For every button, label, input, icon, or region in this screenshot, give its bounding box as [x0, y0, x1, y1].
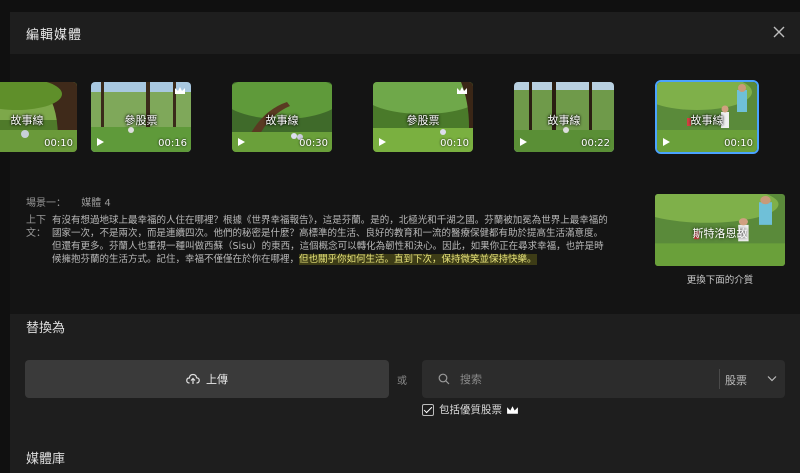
- premium-crown-icon: [507, 405, 518, 414]
- include-premium-label: 包括優質股票: [439, 404, 502, 416]
- search-divider: [719, 369, 720, 389]
- chevron-down-icon[interactable]: [767, 375, 777, 382]
- play-icon: [520, 138, 527, 146]
- modal-title: 編輯媒體: [26, 28, 83, 43]
- thumbnail-duration: 00:10: [724, 138, 753, 149]
- media-library-heading: 媒體庫: [26, 452, 66, 467]
- edit-media-modal: 編輯媒體 故事線 00:10 參股票 00:16 故事線 00:30 參股票 0…: [0, 12, 800, 473]
- play-icon: [238, 138, 245, 146]
- close-icon[interactable]: [773, 26, 785, 38]
- media-thumbnail-1[interactable]: 故事線 00:10: [0, 82, 77, 152]
- preview-label: 斯特洛恩故: [692, 227, 748, 240]
- context-text: 有沒有想過地球上最幸福的人住在哪裡？根據《世界幸福報告》，這是芬蘭。是的，北極光…: [52, 214, 612, 266]
- scene-section: 故事線 00:10 參股票 00:16 故事線 00:30 參股票 00:10 …: [0, 54, 800, 314]
- search-input[interactable]: [460, 369, 700, 389]
- upload-label: 上傳: [206, 373, 228, 386]
- search-icon: [438, 373, 450, 385]
- premium-crown-icon: [175, 87, 185, 94]
- media-thumbnail-5[interactable]: 故事線 00:22: [514, 82, 614, 152]
- replace-with-heading: 替換為: [26, 321, 66, 336]
- thumbnail-label: 參股票: [124, 114, 158, 127]
- thumbnail-label: 故事線: [547, 114, 581, 127]
- context-label: 上下文：: [26, 215, 46, 239]
- preview-caption: 更換下面的介質: [686, 275, 754, 286]
- include-premium-checkbox[interactable]: [422, 403, 434, 416]
- thumbnail-label: 故事線: [690, 114, 724, 127]
- modal-header: 編輯媒體: [10, 12, 800, 54]
- scene-info: 場景一： 媒體 4: [26, 194, 123, 209]
- thumbnail-duration: 00:10: [44, 138, 73, 149]
- scene-label: 場景一：: [26, 198, 66, 209]
- media-thumbnail-2[interactable]: 參股票 00:16: [91, 82, 191, 152]
- thumbnail-duration: 00:16: [158, 138, 187, 149]
- play-icon: [97, 138, 104, 146]
- or-separator: 或: [397, 376, 407, 387]
- thumbnail-label: 故事線: [10, 114, 44, 127]
- scene-media: 媒體 4: [81, 198, 111, 209]
- media-thumbnail-3[interactable]: 故事線 00:30: [232, 82, 332, 152]
- cloud-upload-icon: [186, 373, 200, 384]
- context-highlight: 但也關乎你如何生活。直到下次，保持微笑並保持快樂。: [299, 254, 537, 265]
- thumbnail-duration: 00:30: [299, 138, 328, 149]
- play-icon: [379, 138, 386, 146]
- media-thumbnail-6-selected[interactable]: 故事線 00:10: [655, 80, 759, 154]
- media-thumbnail-strip: 故事線 00:10 參股票 00:16 故事線 00:30 參股票 00:10 …: [0, 80, 800, 154]
- category-select[interactable]: 股票: [725, 372, 747, 388]
- thumbnail-label: 參股票: [406, 114, 440, 127]
- thumbnail-label: 故事線: [265, 114, 299, 127]
- selected-media-preview[interactable]: 斯特洛恩故: [655, 194, 785, 266]
- thumbnail-duration: 00:10: [440, 138, 469, 149]
- thumbnail-duration: 00:22: [581, 138, 610, 149]
- media-thumbnail-4[interactable]: 參股票 00:10: [373, 82, 473, 152]
- upload-button[interactable]: 上傳: [25, 360, 389, 398]
- premium-crown-icon: [457, 87, 467, 94]
- play-icon: [663, 138, 670, 146]
- stock-search-box: 股票: [422, 360, 785, 398]
- include-premium-checkbox-row[interactable]: 包括優質股票: [422, 402, 519, 417]
